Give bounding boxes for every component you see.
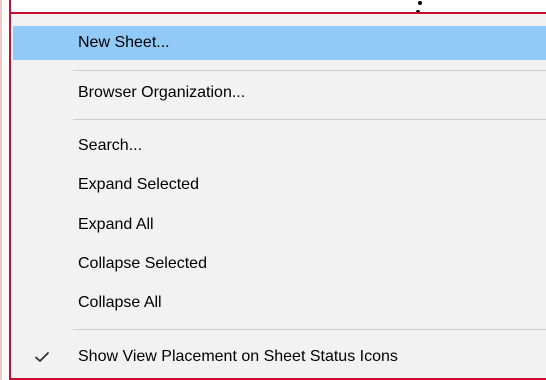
menu-item-expand-selected[interactable]: Expand Selected [13, 168, 546, 202]
menu-item-label: Expand All [78, 216, 154, 233]
menu-item-label: Browser Organization... [78, 84, 246, 101]
menu-item-label: Expand Selected [78, 176, 199, 193]
left-guide-line [0, 0, 2, 380]
menu-item-search[interactable]: Search... [13, 129, 546, 163]
menu-item-browser-organization[interactable]: Browser Organization... [13, 76, 546, 110]
menu-separator [73, 119, 546, 120]
context-menu-body: New Sheet... Browser Organization... Sea… [13, 16, 546, 378]
menu-separator [73, 329, 546, 330]
menu-item-label: Search... [78, 137, 143, 154]
menu-item-label: Show View Placement on Sheet Status Icon… [78, 348, 398, 365]
menu-separator [73, 70, 546, 71]
menu-item-show-view-placement[interactable]: Show View Placement on Sheet Status Icon… [13, 340, 546, 374]
screenshot-stage: New Sheet... Browser Organization... Sea… [0, 0, 546, 380]
menu-item-new-sheet[interactable]: New Sheet... [13, 26, 546, 60]
menu-item-collapse-all[interactable]: Collapse All [13, 286, 546, 320]
menu-item-label: Collapse All [78, 294, 162, 311]
menu-item-label: New Sheet... [78, 34, 170, 51]
menu-item-collapse-selected[interactable]: Collapse Selected [13, 247, 546, 281]
menu-item-expand-all[interactable]: Expand All [13, 208, 546, 242]
checkmark-icon [35, 352, 49, 362]
menu-item-label: Collapse Selected [78, 255, 207, 272]
dot-marker [418, 1, 422, 5]
context-menu: New Sheet... Browser Organization... Sea… [9, 12, 546, 380]
